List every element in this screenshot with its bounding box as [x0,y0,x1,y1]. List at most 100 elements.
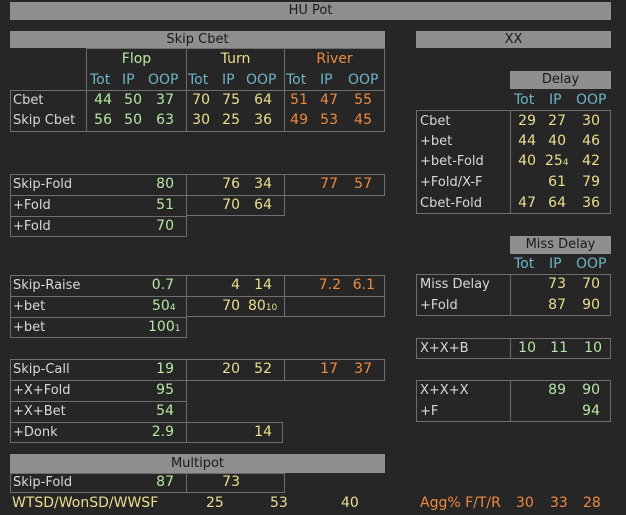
row-label: +Fold [13,198,51,213]
row-label: Cbet [13,93,44,108]
page-title: HU Pot [288,3,333,18]
cell: 51 [290,92,308,108]
cell-subscript: 4 [169,303,176,313]
cell: 7.2 [318,277,341,293]
cell-value: 100 [148,319,175,335]
delay-title: Delay [541,72,580,87]
cell: 95 [156,382,174,398]
cell: 90 [582,297,600,313]
cell: 504 [152,298,176,314]
cell: 79 [582,174,600,190]
divider [186,195,285,196]
skip-cbet-header: Skip Cbet [10,31,385,48]
row-label: Skip Cbet [13,113,76,128]
cell: 0.7 [151,277,174,293]
title-bar: HU Pot [10,2,611,20]
cell: 8010 [248,298,277,314]
cell: 10 [584,340,602,356]
cell: 17 [320,361,338,377]
row-label: +X+Fold [13,383,71,398]
cell: 27 [548,113,566,129]
street-flop-label: Flop [121,51,152,67]
row-label: Cbet-Fold [420,196,482,211]
col-ip: IP [320,72,333,88]
cell: 19 [156,361,174,377]
cell-subscript: 4 [562,158,569,168]
col-ip: IP [122,72,135,88]
cell: 44 [94,92,112,108]
xx-header: XX [416,31,611,48]
cell: 20 [222,361,240,377]
cell: 45 [354,112,372,128]
divider [10,216,187,217]
cell: 36 [582,195,600,211]
cell: 76 [222,176,240,192]
cell: 36 [254,112,272,128]
row-label: Skip-Raise [13,278,81,293]
cell: 50 [124,92,142,108]
cell: 53 [320,112,338,128]
col-oop: OOP [576,92,607,108]
row-label: +X+Bet [13,404,66,419]
street-river-label: River [316,51,353,67]
cell: 87 [156,474,174,490]
divider [10,296,187,297]
cell: 47 [320,92,338,108]
cell: 29 [518,113,536,129]
cell: 70 [156,218,174,234]
cell: 77 [320,176,338,192]
cell: 51 [156,197,174,213]
row-label: +bet [13,299,46,314]
cell: 90 [582,382,600,398]
row-label: +bet [420,134,453,149]
divider [284,296,385,297]
cell: 2.9 [151,424,174,440]
divider [186,296,285,297]
cell: 64 [548,195,566,211]
cell: 73 [222,474,240,490]
cell: 52 [254,361,272,377]
cell: 70 [222,298,240,314]
cell: 4 [231,277,240,293]
cell: 44 [518,133,536,149]
row-label: +F [420,404,439,419]
col-ip: IP [549,92,562,108]
agg-label: Agg% F/T/R [420,495,501,511]
divider [10,195,187,196]
cell-subscript: 1 [174,324,181,334]
divider [10,380,187,381]
row-label: X+X+B [420,341,469,356]
cell: 47 [518,195,536,211]
multipot-title: Multipot [170,456,225,471]
header-divider [86,90,385,91]
agg-value: 28 [583,495,601,511]
cell: 1001 [148,319,180,335]
cell-subscript: 10 [265,303,278,313]
col-tot: Tot [514,92,535,108]
xx-title: XX [504,32,523,47]
cell: 254 [545,153,569,169]
wtsd-value: 25 [206,495,224,511]
divider [10,317,187,318]
row-label: +Donk [13,425,58,440]
cell: 70 [222,197,240,213]
row-label: Miss Delay [420,277,490,292]
cell: 14 [254,424,272,440]
row-label: Skip-Call [13,362,70,377]
cell: 25 [222,112,240,128]
wtsd-label: WTSD/WonSD/WWSF [12,495,159,511]
cell-value: 50 [152,298,170,314]
cell: 6.1 [352,277,375,293]
row-label: +Fold [13,219,51,234]
col-tot: Tot [188,72,209,88]
cell: 11 [550,340,568,356]
row-label: +bet-Fold [420,154,484,169]
col-ip: IP [549,256,562,272]
multipot-header: Multipot [10,454,385,473]
col-tot: Tot [90,72,111,88]
cell: 64 [254,197,272,213]
row-label: Skip-Fold [13,177,73,192]
cell: 80 [156,176,174,192]
cell: 56 [94,112,112,128]
cell: 70 [192,92,210,108]
